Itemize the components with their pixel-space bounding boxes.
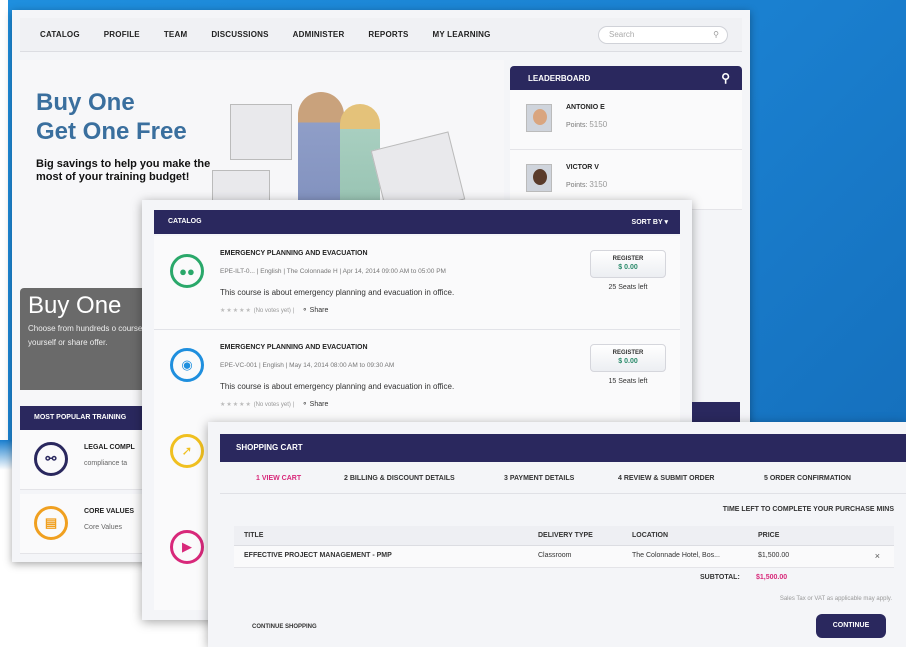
column-price: PRICE bbox=[758, 532, 780, 539]
popular-item-name: CORE VALUES bbox=[84, 508, 135, 515]
course-item[interactable]: ◉ EMERGENCY PLANNING AND EVACUATION EPE-… bbox=[154, 330, 680, 424]
votes-text: (No votes yet) bbox=[253, 402, 291, 408]
banner-headline: Buy One Get One Free bbox=[36, 88, 187, 146]
promo-card[interactable]: Buy One Choose from hundreds o courses y… bbox=[20, 288, 160, 390]
share-icon: ⚬ bbox=[301, 307, 308, 314]
search-icon[interactable]: ⚲ bbox=[721, 71, 730, 85]
cart-item-location: The Colonnade Hotel, Bos... bbox=[632, 552, 720, 559]
subtotal-label: SUBTOTAL: bbox=[700, 574, 740, 581]
catalog-title: CATALOG bbox=[168, 218, 202, 225]
arrow-icon: ➚ bbox=[170, 434, 204, 468]
column-delivery-type: DELIVERY TYPE bbox=[538, 532, 593, 539]
course-rating: ★★★★★ (No votes yet) | ⚬ Share bbox=[220, 401, 329, 408]
step-payment[interactable]: 3 PAYMENT DETAILS bbox=[504, 475, 574, 482]
box-illustration bbox=[230, 104, 292, 160]
subtotal-value: $1,500.00 bbox=[756, 574, 788, 581]
register-button[interactable]: REGISTER $ 0.00 bbox=[590, 250, 666, 278]
course-meta: EPE-VC-001 | English | May 14, 2014 08:0… bbox=[220, 362, 395, 369]
register-button[interactable]: REGISTER $ 0.00 bbox=[590, 344, 666, 372]
books-icon: ▤ bbox=[34, 506, 68, 540]
column-location: LOCATION bbox=[632, 532, 669, 539]
promo-title: Buy One bbox=[28, 292, 122, 319]
votes-text: (No votes yet) bbox=[253, 308, 291, 314]
cart-item-price: $1,500.00 bbox=[758, 552, 790, 559]
top-navigation: CATALOG PROFILE TEAM DISCUSSIONS ADMINIS… bbox=[20, 18, 742, 52]
leader-name: ANTONIO E bbox=[566, 104, 605, 111]
seats-left: 25 Seats left bbox=[608, 284, 648, 291]
nav-discussions[interactable]: DISCUSSIONS bbox=[211, 30, 268, 39]
broadcast-icon: ◉ bbox=[170, 348, 204, 382]
course-meta: EPE-ILT-0... | English | The Colonnade H… bbox=[220, 268, 446, 275]
popular-item-name: LEGAL COMPL bbox=[84, 444, 135, 451]
nav-catalog[interactable]: CATALOG bbox=[40, 30, 80, 39]
shopping-cart-window: SHOPPING CART 1 VIEW CART 2 BILLING & DI… bbox=[208, 422, 906, 647]
leaderboard-item[interactable]: ANTONIO E Points: 5150 bbox=[510, 90, 742, 150]
step-view-cart[interactable]: 1 VIEW CART bbox=[256, 475, 301, 482]
star-rating-icon[interactable]: ★★★★★ bbox=[220, 308, 252, 314]
catalog-header: CATALOG SORT BY ▾ bbox=[154, 210, 680, 234]
course-description: This course is about emergency planning … bbox=[220, 288, 455, 297]
star-rating-icon[interactable]: ★★★★★ bbox=[220, 402, 252, 408]
banner-line-1: Buy One bbox=[36, 89, 135, 116]
nav-profile[interactable]: PROFILE bbox=[104, 30, 140, 39]
remove-icon[interactable]: × bbox=[875, 551, 880, 561]
popular-item-sub: Core Values bbox=[84, 524, 123, 531]
leaderboard-header: LEADERBOARD ⚲ bbox=[510, 66, 742, 90]
avatar bbox=[526, 164, 552, 192]
promo-text: Choose from hundreds o courses yourself … bbox=[28, 324, 147, 347]
step-billing[interactable]: 2 BILLING & DISCOUNT DETAILS bbox=[344, 475, 455, 482]
seats-left: 15 Seats left bbox=[608, 378, 648, 385]
avatar bbox=[526, 104, 552, 132]
network-icon: ⚯ bbox=[34, 442, 68, 476]
course-title[interactable]: EMERGENCY PLANNING AND EVACUATION bbox=[220, 250, 368, 257]
course-item[interactable]: ●● EMERGENCY PLANNING AND EVACUATION EPE… bbox=[154, 236, 680, 330]
play-icon: ▶ bbox=[170, 530, 204, 564]
step-confirmation[interactable]: 5 ORDER CONFIRMATION bbox=[764, 475, 851, 482]
leader-name: VICTOR V bbox=[566, 164, 599, 171]
continue-shopping-link[interactable]: CONTINUE SHOPPING bbox=[252, 624, 317, 630]
share-link[interactable]: ⚬ Share bbox=[302, 307, 329, 314]
nav-team[interactable]: TEAM bbox=[164, 30, 187, 39]
group-icon: ●● bbox=[170, 254, 204, 288]
course-description: This course is about emergency planning … bbox=[220, 382, 455, 391]
table-row: EFFECTIVE PROJECT MANAGEMENT - PMP Class… bbox=[234, 546, 894, 568]
column-title: TITLE bbox=[244, 532, 264, 539]
popular-item-sub: compliance ta bbox=[84, 460, 128, 467]
search-icon: ⚲ bbox=[713, 30, 719, 39]
cart-body: TIME LEFT TO COMPLETE YOUR PURCHASE MINS… bbox=[220, 496, 906, 647]
course-item-partial: ➚ ▶ bbox=[154, 420, 214, 610]
cart-item-title[interactable]: EFFECTIVE PROJECT MANAGEMENT - PMP bbox=[244, 552, 392, 559]
cart-header: SHOPPING CART bbox=[220, 434, 906, 462]
sort-by-dropdown[interactable]: SORT BY ▾ bbox=[632, 218, 668, 226]
time-left: TIME LEFT TO COMPLETE YOUR PURCHASE MINS bbox=[722, 506, 894, 513]
nav-my-learning[interactable]: MY LEARNING bbox=[433, 30, 491, 39]
nav-administer[interactable]: ADMINISTER bbox=[293, 30, 345, 39]
tax-note: Sales Tax or VAT as applicable may apply… bbox=[779, 596, 892, 602]
share-link[interactable]: ⚬ Share bbox=[302, 401, 329, 408]
banner-line-2: Get One Free bbox=[36, 118, 187, 145]
share-icon: ⚬ bbox=[301, 401, 308, 408]
continue-button[interactable]: CONTINUE bbox=[816, 614, 886, 638]
search-input[interactable]: Search ⚲ bbox=[598, 26, 728, 44]
step-review[interactable]: 4 REVIEW & SUBMIT ORDER bbox=[618, 475, 714, 482]
nav-reports[interactable]: REPORTS bbox=[368, 30, 408, 39]
checkout-steps: 1 VIEW CART 2 BILLING & DISCOUNT DETAILS… bbox=[220, 466, 906, 494]
banner-subtext: Big savings to help you make the most of… bbox=[36, 158, 211, 183]
header-strip bbox=[692, 402, 740, 424]
leader-points: Points: 3150 bbox=[566, 180, 608, 189]
leaderboard-title: LEADERBOARD bbox=[528, 74, 591, 83]
leader-points: Points: 5150 bbox=[566, 120, 608, 129]
chevron-down-icon: ▾ bbox=[664, 219, 668, 226]
cart-item-delivery: Classroom bbox=[538, 552, 572, 559]
course-title[interactable]: EMERGENCY PLANNING AND EVACUATION bbox=[220, 344, 368, 351]
cart-table-header: TITLE DELIVERY TYPE LOCATION PRICE bbox=[234, 526, 894, 546]
course-rating: ★★★★★ (No votes yet) | ⚬ Share bbox=[220, 307, 329, 314]
search-placeholder: Search bbox=[609, 30, 635, 39]
